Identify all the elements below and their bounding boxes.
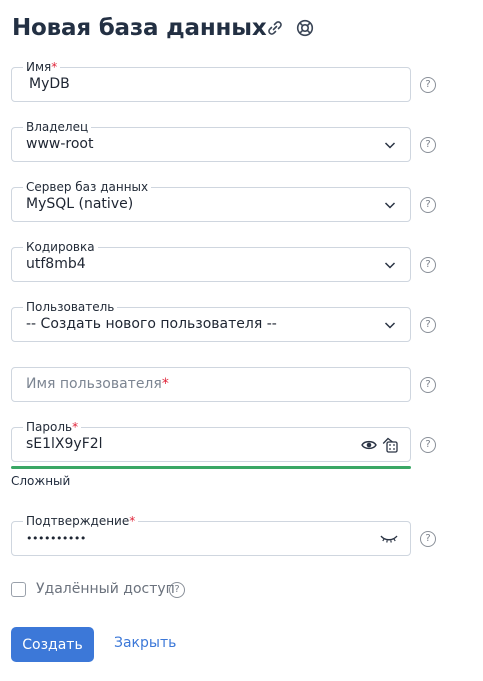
username-help-icon[interactable]: ? bbox=[420, 377, 436, 393]
owner-select[interactable]: Владелец www-root bbox=[11, 119, 411, 162]
password-confirm-help-icon[interactable]: ? bbox=[420, 531, 436, 547]
chevron-down-icon bbox=[384, 322, 396, 329]
link-icon[interactable] bbox=[265, 18, 285, 38]
remote-access-label[interactable]: Удалённый доступ bbox=[36, 581, 175, 597]
owner-select-value: www-root bbox=[26, 136, 94, 152]
owner-help-icon[interactable]: ? bbox=[420, 137, 436, 153]
lifebuoy-icon[interactable] bbox=[295, 18, 315, 38]
charset-select-value: utf8mb4 bbox=[26, 256, 86, 272]
username-placeholder: Имя пользователя* bbox=[26, 376, 169, 392]
db-server-help-icon[interactable]: ? bbox=[420, 197, 436, 213]
user-select[interactable]: Пользователь -- Создать нового пользоват… bbox=[11, 299, 411, 342]
chevron-down-icon bbox=[384, 262, 396, 269]
password-help-icon[interactable]: ? bbox=[420, 437, 436, 453]
user-select-value: -- Создать нового пользователя -- bbox=[26, 316, 277, 332]
eye-icon[interactable] bbox=[361, 438, 377, 452]
password-confirm-value[interactable]: •••••••••• bbox=[26, 522, 86, 555]
db-server-select-value: MySQL (native) bbox=[26, 196, 134, 212]
page-header: Новая база данных bbox=[12, 12, 267, 44]
remote-access-checkbox[interactable] bbox=[11, 582, 26, 597]
user-help-icon[interactable]: ? bbox=[420, 317, 436, 333]
eye-closed-icon[interactable] bbox=[380, 533, 398, 545]
chevron-down-icon bbox=[384, 142, 396, 149]
close-button[interactable]: Закрыть bbox=[114, 635, 176, 651]
create-button[interactable]: Создать bbox=[11, 627, 94, 662]
name-help-icon[interactable]: ? bbox=[420, 77, 436, 93]
dice-icon[interactable] bbox=[382, 437, 398, 453]
password-strength-text: Сложный bbox=[11, 474, 71, 488]
chevron-down-icon bbox=[384, 202, 396, 209]
password-confirm-input[interactable]: Подтверждение* •••••••••• bbox=[11, 513, 411, 556]
password-input[interactable]: Пароль* sE1lX9yF2l bbox=[11, 419, 411, 462]
username-input[interactable]: Имя пользователя* bbox=[11, 367, 411, 402]
name-field-value[interactable]: MyDB bbox=[29, 68, 70, 101]
remote-access-help-icon[interactable]: ? bbox=[169, 582, 185, 598]
db-server-select[interactable]: Сервер баз данных MySQL (native) bbox=[11, 179, 411, 222]
password-value[interactable]: sE1lX9yF2l bbox=[26, 428, 103, 461]
charset-select[interactable]: Кодировка utf8mb4 bbox=[11, 239, 411, 282]
name-field[interactable]: Имя* MyDB bbox=[11, 59, 411, 102]
charset-help-icon[interactable]: ? bbox=[420, 257, 436, 273]
page-title: Новая база данных bbox=[12, 15, 267, 41]
password-strength-bar bbox=[11, 466, 411, 469]
